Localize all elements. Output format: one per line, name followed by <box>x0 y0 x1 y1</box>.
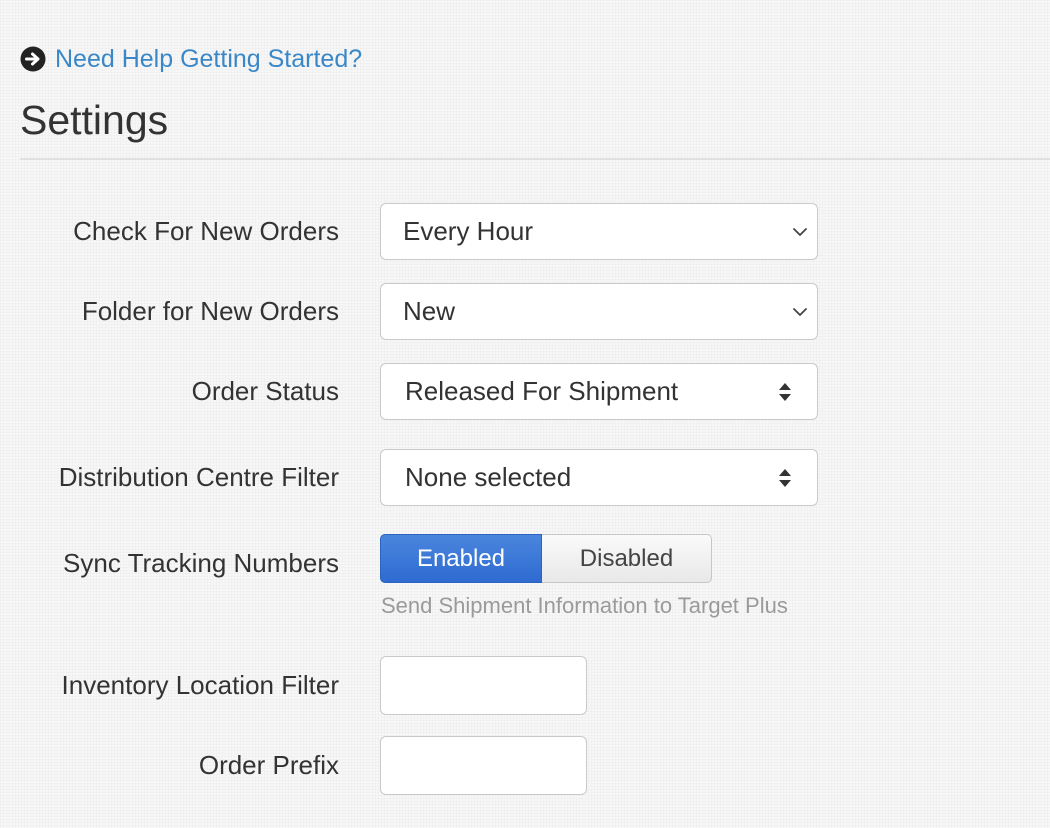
chevron-down-icon <box>791 223 809 241</box>
sort-updown-icon <box>777 381 793 403</box>
inventory-filter-input[interactable] <box>380 656 587 715</box>
help-link[interactable]: Need Help Getting Started? <box>20 44 362 74</box>
folder-new-orders-select[interactable]: New <box>380 283 818 340</box>
order-status-label: Order Status <box>191 376 339 406</box>
check-new-orders-label: Check For New Orders <box>73 216 339 246</box>
folder-new-orders-label: Folder for New Orders <box>81 296 339 326</box>
distribution-filter-select[interactable]: None selected <box>380 449 818 506</box>
title-divider <box>20 158 1050 160</box>
sync-tracking-toggle: Enabled Disabled <box>380 534 712 583</box>
sync-tracking-label: Sync Tracking Numbers <box>63 548 339 578</box>
disabled-button[interactable]: Disabled <box>542 534 712 583</box>
check-new-orders-select[interactable]: Every Hour <box>380 203 818 260</box>
sort-updown-icon <box>777 467 793 489</box>
inventory-filter-label: Inventory Location Filter <box>61 670 339 700</box>
chevron-down-icon <box>791 303 809 321</box>
order-prefix-input[interactable] <box>380 736 587 795</box>
help-link-text[interactable]: Need Help Getting Started? <box>55 44 362 74</box>
arrow-circle-right-icon <box>20 46 46 72</box>
distribution-filter-label: Distribution Centre Filter <box>58 462 339 492</box>
sync-tracking-help-text: Send Shipment Information to Target Plus <box>381 593 788 618</box>
order-status-select[interactable]: Released For Shipment <box>380 363 818 420</box>
page-title: Settings <box>20 97 169 143</box>
order-status-value: Released For Shipment <box>405 376 679 406</box>
distribution-filter-value: None selected <box>405 462 572 492</box>
order-prefix-label: Order Prefix <box>198 750 339 780</box>
enabled-button[interactable]: Enabled <box>380 534 542 583</box>
folder-new-orders-value: New <box>403 296 456 326</box>
check-new-orders-value: Every Hour <box>403 216 534 246</box>
